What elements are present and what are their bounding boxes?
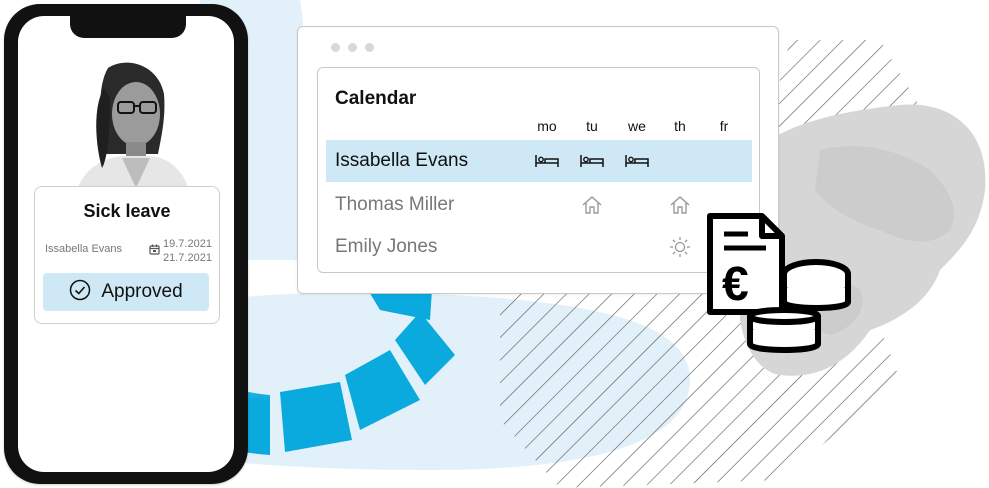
- day-header-fr: fr: [719, 118, 729, 134]
- phone-notch: [70, 8, 186, 38]
- calendar-row[interactable]: Emily Jones: [326, 226, 752, 268]
- employee-name: Issabella Evans: [335, 150, 469, 171]
- day-header-mo: mo: [537, 118, 557, 134]
- sick-leave-card: Sick leave Issabella Evans 19.7.2021 21.…: [34, 186, 220, 324]
- calendar-icon: [149, 242, 160, 260]
- day-header-we: we: [628, 118, 646, 134]
- day-header-th: th: [674, 118, 686, 134]
- approved-status-button[interactable]: Approved: [43, 273, 209, 311]
- day-header-tu: tu: [586, 118, 598, 134]
- leave-employee-name: Issabella Evans: [45, 243, 123, 255]
- illustration-stage: Sick leave Issabella Evans 19.7.2021 21.…: [0, 0, 989, 488]
- leave-date-to: 21.7.2021: [163, 252, 212, 264]
- calendar-row[interactable]: Issabella Evans: [326, 140, 752, 182]
- approved-label: Approved: [101, 281, 183, 302]
- home-icon: [665, 194, 695, 216]
- check-circle-icon: [69, 279, 91, 306]
- window-dot: [365, 43, 374, 52]
- euro-invoice-icon: €: [707, 213, 851, 353]
- leave-date-from: 19.7.2021: [163, 238, 212, 250]
- phone-screen: Sick leave Issabella Evans 19.7.2021 21.…: [18, 16, 234, 472]
- employee-name: Thomas Miller: [335, 194, 455, 215]
- window-dot: [331, 43, 340, 52]
- svg-text:€: €: [722, 258, 749, 311]
- leave-date-range: 19.7.2021 21.7.2021: [163, 237, 212, 265]
- calendar-title: Calendar: [335, 88, 417, 109]
- bed-icon: [532, 150, 562, 172]
- employee-name: Emily Jones: [335, 236, 438, 257]
- phone-mockup: Sick leave Issabella Evans 19.7.2021 21.…: [4, 4, 248, 484]
- employee-portrait-image: [66, 58, 190, 194]
- bed-icon: [622, 150, 652, 172]
- calendar-row[interactable]: Thomas Miller: [326, 184, 752, 226]
- sun-icon: [665, 236, 695, 258]
- window-dot: [348, 43, 357, 52]
- leave-type-title: Sick leave: [83, 201, 171, 221]
- calendar-panel: Calendar mo tu we th fr Issabella Evans: [317, 67, 760, 273]
- home-icon: [577, 194, 607, 216]
- bed-icon: [577, 150, 607, 172]
